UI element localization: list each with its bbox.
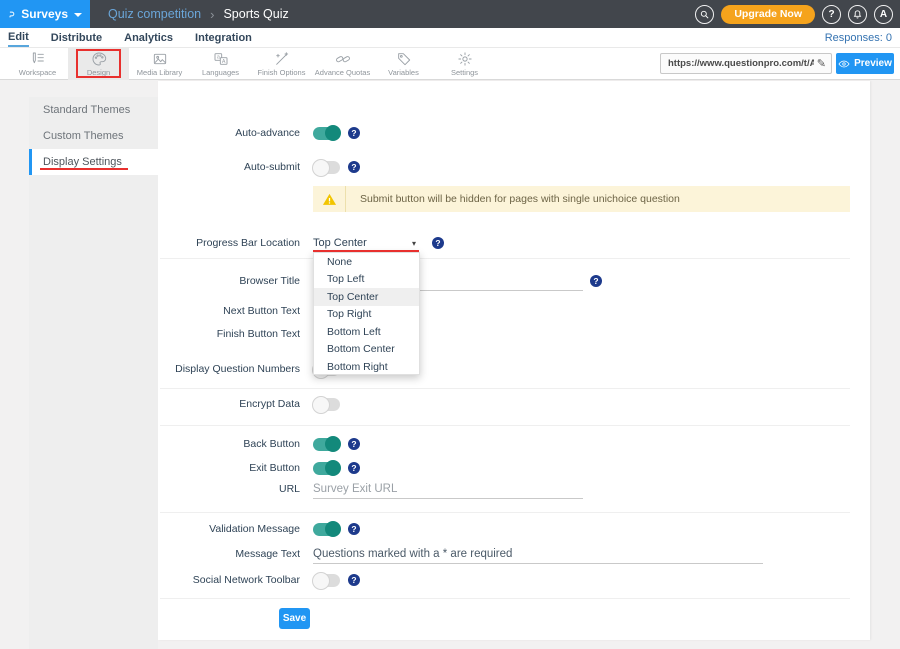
- sidebar-item-standard-themes[interactable]: Standard Themes: [29, 97, 158, 123]
- exit-url-input[interactable]: [313, 479, 583, 499]
- tab-distribute[interactable]: Distribute: [51, 29, 102, 46]
- design-palette-icon: [91, 51, 107, 67]
- eye-icon: [838, 58, 850, 70]
- message-text-input[interactable]: [313, 544, 763, 564]
- advance-quotas-chain-icon: [335, 51, 351, 67]
- help-icon[interactable]: ?: [348, 161, 360, 173]
- submit-hidden-warning: Submit button will be hidden for pages w…: [313, 186, 850, 212]
- warning-triangle-icon: [313, 186, 346, 212]
- notifications-bell-icon[interactable]: [848, 5, 867, 24]
- help-icon[interactable]: ?: [822, 5, 841, 24]
- surveys-product-menu[interactable]: Surveys: [0, 0, 90, 28]
- help-icon[interactable]: ?: [348, 438, 360, 450]
- help-icon[interactable]: ?: [348, 574, 360, 586]
- preview-button[interactable]: Preview: [836, 53, 894, 74]
- breadcrumb-folder[interactable]: Quiz competition: [108, 7, 201, 21]
- progress-bar-annotation-underline: [313, 250, 419, 252]
- survey-url-box: ✎: [660, 53, 832, 74]
- select-caret-icon: ▾: [412, 239, 416, 248]
- product-label: Surveys: [21, 7, 68, 21]
- social-network-toolbar-toggle[interactable]: [313, 574, 340, 587]
- help-icon[interactable]: ?: [590, 275, 602, 287]
- help-icon[interactable]: ?: [348, 523, 360, 535]
- divider: [160, 512, 850, 513]
- finish-options-wand-icon: [274, 51, 290, 67]
- search-icon[interactable]: [695, 5, 714, 24]
- svg-text:a: a: [216, 55, 219, 61]
- variables-tag-icon: [396, 51, 412, 67]
- progress-bar-location-dropdown: None Top Left Top Center Top Right Botto…: [313, 252, 420, 375]
- chevron-down-icon: [74, 13, 82, 17]
- toolbar-item-variables[interactable]: Variables: [373, 48, 434, 80]
- divider: [160, 258, 850, 259]
- warning-text: Submit button will be hidden for pages w…: [360, 193, 680, 205]
- toolbar-item-design[interactable]: Design: [68, 48, 129, 80]
- toolbar-item-advance-quotas[interactable]: Advance Quotas: [312, 48, 373, 80]
- save-button[interactable]: Save: [279, 608, 310, 629]
- tab-edit[interactable]: Edit: [8, 28, 29, 47]
- toolbar-item-workspace[interactable]: Workspace: [7, 48, 68, 80]
- survey-section-nav: Edit Distribute Analytics Integration Re…: [0, 28, 900, 48]
- exit-button-toggle[interactable]: [313, 462, 340, 475]
- dropdown-option-bottom-center[interactable]: Bottom Center: [314, 341, 419, 359]
- row-encrypt-data: Encrypt Data: [158, 390, 340, 418]
- dropdown-option-bottom-right[interactable]: Bottom Right: [314, 358, 419, 376]
- edit-url-pencil-icon[interactable]: ✎: [817, 57, 826, 70]
- media-library-icon: [152, 51, 168, 67]
- top-app-bar: Surveys Quiz competition › Sports Quiz U…: [0, 0, 900, 28]
- breadcrumb-separator-icon: ›: [210, 7, 214, 22]
- help-icon[interactable]: ?: [348, 127, 360, 139]
- auto-advance-toggle[interactable]: [313, 127, 340, 140]
- workspace-icon: [30, 51, 46, 67]
- row-exit-url: URL: [158, 475, 583, 503]
- row-auto-advance: Auto-advance ?: [158, 119, 360, 147]
- help-icon[interactable]: ?: [432, 237, 444, 249]
- edit-toolbar: Workspace Design Media Library a A Langu…: [0, 48, 900, 80]
- divider: [160, 425, 850, 426]
- dropdown-option-bottom-left[interactable]: Bottom Left: [314, 323, 419, 341]
- dropdown-option-top-right[interactable]: Top Right: [314, 306, 419, 324]
- tab-integration[interactable]: Integration: [195, 29, 252, 46]
- row-auto-submit: Auto-submit ?: [158, 153, 360, 181]
- dropdown-option-top-center[interactable]: Top Center: [314, 288, 419, 306]
- upgrade-now-button[interactable]: Upgrade Now: [721, 5, 815, 24]
- toolbar-item-finish-options[interactable]: Finish Options: [251, 48, 312, 80]
- breadcrumb: Quiz competition › Sports Quiz: [108, 7, 289, 22]
- row-social-network-toolbar: Social Network Toolbar ?: [158, 566, 360, 594]
- toolbar-item-languages[interactable]: a A Languages: [190, 48, 251, 80]
- auto-submit-toggle[interactable]: [313, 161, 340, 174]
- toolbar-item-media-library[interactable]: Media Library: [129, 48, 190, 80]
- validation-message-toggle[interactable]: [313, 523, 340, 536]
- responses-count[interactable]: Responses: 0: [825, 32, 892, 44]
- toolbar-item-settings[interactable]: Settings: [434, 48, 495, 80]
- settings-gear-icon: [457, 51, 473, 67]
- sidebar-item-display-settings[interactable]: Display Settings: [29, 149, 158, 175]
- help-icon[interactable]: ?: [348, 462, 360, 474]
- dropdown-option-top-left[interactable]: Top Left: [314, 271, 419, 289]
- divider: [160, 598, 850, 599]
- dropdown-option-none[interactable]: None: [314, 253, 419, 271]
- row-message-text: Message Text: [158, 540, 763, 568]
- row-validation-message: Validation Message ?: [158, 515, 360, 543]
- display-settings-panel: Auto-advance ? Auto-submit ? Submit butt…: [158, 81, 870, 640]
- tab-analytics[interactable]: Analytics: [124, 29, 173, 46]
- display-settings-annotation-underline: [40, 168, 128, 170]
- questionpro-logo-icon: [8, 7, 15, 22]
- back-button-toggle[interactable]: [313, 438, 340, 451]
- divider: [160, 388, 850, 389]
- encrypt-data-toggle[interactable]: [313, 398, 340, 411]
- breadcrumb-survey-name: Sports Quiz: [223, 7, 288, 21]
- progress-bar-location-select[interactable]: Top Center ▾: [313, 237, 420, 249]
- languages-icon: a A: [213, 51, 229, 67]
- svg-text:A: A: [221, 59, 225, 65]
- design-sidebar: Standard Themes Custom Themes Display Se…: [29, 97, 158, 649]
- topbar-actions: Upgrade Now ? A: [695, 0, 893, 28]
- account-avatar[interactable]: A: [874, 5, 893, 24]
- survey-url-input[interactable]: [668, 58, 814, 69]
- sidebar-item-custom-themes[interactable]: Custom Themes: [29, 123, 158, 149]
